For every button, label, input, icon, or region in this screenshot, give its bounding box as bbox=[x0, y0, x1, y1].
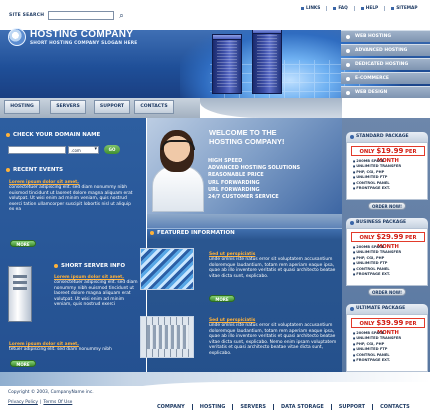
footer-link-company[interactable]: COMPANY bbox=[150, 404, 192, 410]
event-item: Lorem ipsum dolor sit amet, consectetuer… bbox=[9, 180, 137, 213]
footer-link-hosting[interactable]: HOSTING bbox=[191, 404, 233, 410]
logo-title: HOSTING COMPANY bbox=[30, 29, 134, 40]
tld-select[interactable]: .com bbox=[68, 146, 99, 154]
short-server-text: consectetuer adipiscing elit. sed diam n… bbox=[54, 280, 138, 308]
magnifier-icon[interactable]: ⌕ bbox=[116, 10, 127, 21]
toplink-links[interactable]: LINKS bbox=[295, 6, 326, 11]
package-business: ONLY $29.99 PER MONTH 200MB SPACEUNLIMIT… bbox=[346, 228, 428, 286]
package-standard-title: STANDARD PACKAGE bbox=[346, 132, 428, 142]
bullet-icon bbox=[6, 168, 10, 172]
domain-go-button[interactable]: GO bbox=[104, 145, 120, 154]
footer-link-servers[interactable]: SERVERS bbox=[232, 404, 273, 410]
bullet-icon bbox=[391, 7, 395, 10]
package-ultimate-features: 200MB SPACEUNLIMITED TRANSFERPHP, CGI, P… bbox=[353, 331, 401, 363]
bullet-icon bbox=[6, 133, 10, 137]
bullet-icon bbox=[360, 7, 364, 10]
package-ultimate-title: ULTIMATE PACKAGE bbox=[346, 304, 428, 314]
toplink-faq[interactable]: FAQ bbox=[326, 6, 353, 11]
bullet-icon bbox=[301, 7, 304, 10]
nav-contacts[interactable]: CONTACTS bbox=[134, 100, 174, 114]
bullet-icon bbox=[333, 7, 337, 10]
package-standard: ONLY $19.99 PER MONTH 200MB SPACEUNLIMIT… bbox=[346, 142, 428, 200]
package-business-price: ONLY $29.99 PER MONTH bbox=[351, 232, 425, 250]
footer-link-support[interactable]: SUPPORT bbox=[330, 404, 372, 410]
menu-advanced-hosting[interactable]: ADVANCED HOSTING bbox=[341, 44, 430, 56]
package-standard-features: 200MB SPACEUNLIMITED TRANSFERPHP, CGI, P… bbox=[353, 159, 401, 191]
package-ultimate-price: ONLY $39.99 PER MONTH bbox=[351, 318, 425, 336]
terms-of-use-link[interactable]: Terms Of Use bbox=[43, 400, 72, 405]
menu-web-design[interactable]: WEB DESIGN bbox=[341, 86, 430, 98]
bullet-icon bbox=[54, 264, 58, 268]
server-rack-image bbox=[252, 30, 282, 94]
footer-link-contacts[interactable]: CONTACTS bbox=[372, 404, 417, 410]
package-ultimate: ONLY $39.99 PER MONTH 200MB SPACEUNLIMIT… bbox=[346, 314, 428, 372]
event-text: consectetuer adipiscing elit. sed diam n… bbox=[9, 185, 133, 213]
footer-separator: | bbox=[39, 400, 42, 405]
copyright-text: Copyright © 2003, CompanyName inc. bbox=[8, 390, 94, 395]
package-business-order-button[interactable]: ORDER NOW! bbox=[368, 288, 406, 296]
bullet-icon bbox=[150, 231, 154, 235]
footer-arc bbox=[130, 382, 430, 390]
privacy-policy-link[interactable]: Privacy Policy bbox=[8, 400, 38, 405]
featured-band bbox=[147, 214, 342, 228]
site-search-label: SITE SEARCH bbox=[9, 13, 45, 18]
server-box-image bbox=[8, 266, 32, 322]
hardware-image bbox=[140, 316, 194, 358]
welcome-features: HIGH SPEED ADVANCED HOSTING SOLUTIONS RE… bbox=[208, 158, 301, 201]
events-title: RECENT EVENTS bbox=[6, 167, 63, 173]
toplink-sitemap[interactable]: SITEMAP bbox=[384, 6, 423, 11]
search-input[interactable] bbox=[48, 11, 114, 20]
featured-text-1: unde omnis iste natus error sit voluptat… bbox=[209, 257, 336, 279]
events-more-button[interactable]: MORE bbox=[10, 240, 36, 247]
short-server-item-2: Lorem ipsum dolor sit amet, tetuer adipi… bbox=[9, 342, 139, 353]
short-server-title: SHORT SERVER INFO bbox=[54, 263, 125, 269]
menu-web-hosting[interactable]: WEB HOSTING bbox=[341, 30, 430, 42]
footer-link-data-storage[interactable]: DATA STORAGE bbox=[273, 404, 331, 410]
server-more-button[interactable]: MORE bbox=[10, 360, 36, 367]
nav-arc bbox=[200, 98, 342, 118]
top-links: LINKS FAQ HELP SITEMAP bbox=[295, 6, 424, 11]
toplink-help[interactable]: HELP bbox=[353, 6, 384, 11]
package-standard-order-button[interactable]: ORDER NOW! bbox=[368, 202, 406, 210]
featured-item-2: Sed ut perspiciatis unde omnis iste natu… bbox=[209, 318, 339, 357]
short-server-text-2: tetuer adipiscing elit. sed diam nonummy… bbox=[9, 347, 112, 352]
support-operator-face bbox=[160, 130, 194, 172]
featured-text-2: unde omnis iste natus error sit voluptat… bbox=[209, 323, 337, 356]
domain-input[interactable] bbox=[8, 146, 66, 154]
support-operator-image bbox=[152, 166, 204, 212]
domain-title: CHECK YOUR DOMAIN NAME bbox=[6, 132, 100, 138]
logo-slogan: SHORT HOSTING COMPANY SLOGAN HERE bbox=[30, 41, 138, 46]
package-business-features: 200MB SPACEUNLIMITED TRANSFERPHP, CGI, P… bbox=[353, 245, 401, 277]
package-business-title: BUSINESS PACKAGE bbox=[346, 218, 428, 228]
featured-item-1: Sed ut perspiciatis unde omnis iste natu… bbox=[209, 252, 339, 279]
headset-icon bbox=[161, 140, 195, 150]
welcome-title: WELCOME TO THE HOSTING COMPANY! bbox=[209, 128, 285, 146]
menu-dedicated-hosting[interactable]: DEDICATED HOSTING bbox=[341, 58, 430, 70]
fiber-cables-image bbox=[140, 248, 194, 290]
footer-legal-links: Privacy Policy | Terms Of Use bbox=[8, 400, 72, 405]
logo-icon bbox=[8, 28, 26, 46]
menu-e-commerce[interactable]: E-COMMERCE bbox=[341, 72, 430, 84]
footer-nav: COMPANY HOSTING SERVERS DATA STORAGE SUP… bbox=[150, 404, 417, 410]
nav-hosting[interactable]: HOSTING bbox=[4, 100, 40, 114]
package-standard-price: ONLY $19.99 PER MONTH bbox=[351, 146, 425, 164]
short-server-item: Lorem ipsum dolor sit amet, consectetuer… bbox=[54, 275, 138, 308]
server-rack-image bbox=[212, 34, 242, 94]
nav-servers[interactable]: SERVERS bbox=[50, 100, 86, 114]
featured-more-button-1[interactable]: MORE bbox=[209, 295, 235, 302]
featured-title: FEATURED INFORMATION bbox=[150, 230, 235, 236]
nav-support[interactable]: SUPPORT bbox=[94, 100, 130, 114]
